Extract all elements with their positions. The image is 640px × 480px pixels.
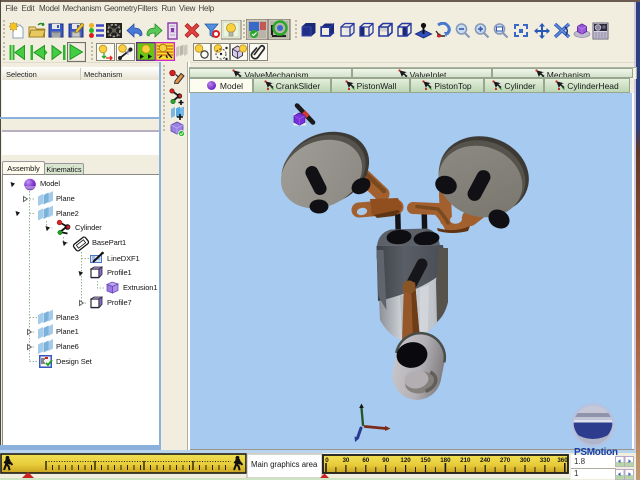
svg-text:180: 180 [440, 457, 451, 464]
svg-text:0: 0 [325, 457, 329, 464]
svg-text:90: 90 [382, 457, 389, 464]
svg-text:210: 210 [460, 457, 471, 464]
svg-text:240: 240 [480, 457, 491, 464]
svg-text:300: 300 [520, 457, 531, 464]
svg-text:60: 60 [362, 457, 369, 464]
svg-text:Main graphics area: Main graphics area [251, 460, 318, 469]
svg-text:30: 30 [342, 457, 349, 464]
svg-text:270: 270 [500, 457, 511, 464]
svg-text:150: 150 [420, 457, 431, 464]
svg-text:360: 360 [557, 457, 568, 464]
svg-text:120: 120 [400, 457, 411, 464]
svg-text:330: 330 [540, 457, 551, 464]
